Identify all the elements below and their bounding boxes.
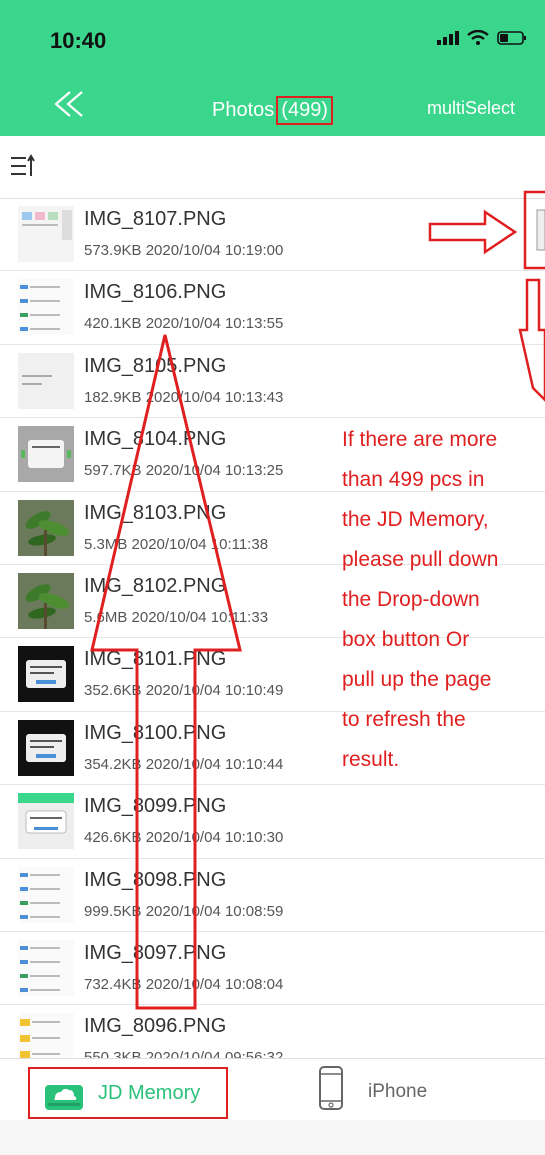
file-name: IMG_8096.PNG (84, 1015, 227, 1038)
file-thumbnail (18, 719, 74, 776)
annotation-line: please pull down (342, 548, 499, 571)
file-meta: 352.6KB 2020/10/04 10:10:49 (84, 682, 284, 700)
signal-icon (437, 31, 459, 45)
annotation-line: to refresh the (342, 708, 466, 731)
annotation-line: the JD Memory, (342, 508, 489, 531)
file-row[interactable]: IMG_8099.PNG 426.6KB 2020/10/04 10:10:30 (0, 785, 545, 859)
file-thumbnail (18, 793, 74, 850)
annotation-line: pull up the page (342, 668, 492, 691)
status-bar: 10:40 (0, 0, 545, 90)
file-meta: 420.1KB 2020/10/04 10:13:55 (84, 315, 284, 333)
toolbar (0, 136, 545, 199)
tab-iphone-label: iPhone (368, 1081, 428, 1102)
file-thumbnail (18, 499, 74, 556)
file-row[interactable]: IMG_8107.PNG 573.9KB 2020/10/04 10:19:00 (0, 198, 545, 272)
file-name: IMG_8100.PNG (84, 721, 227, 744)
file-name: IMG_8104.PNG (84, 428, 227, 451)
tab-jd-memory-label: JD Memory (98, 1082, 201, 1104)
system-icons (437, 30, 527, 46)
home-indicator-area (0, 1120, 545, 1155)
file-thumbnail (18, 279, 74, 336)
annotation-line: box button Or (342, 628, 470, 651)
annotation-line: than 499 pcs in (342, 468, 485, 491)
file-row[interactable]: IMG_8098.PNG 999.5KB 2020/10/04 10:08:59 (0, 859, 545, 932)
file-name: IMG_8103.PNG (84, 501, 227, 524)
file-meta: 597.7KB 2020/10/04 10:13:25 (84, 462, 284, 480)
file-row[interactable]: IMG_8106.PNG 420.1KB 2020/10/04 10:13:55 (0, 271, 545, 345)
tab-bar: JD Memory iPhone (0, 1058, 545, 1121)
file-thumbnail (18, 206, 74, 262)
annotation-line: result. (342, 748, 400, 771)
file-meta: 354.2KB 2020/10/04 10:10:44 (84, 755, 284, 773)
file-meta: 5.3MB 2020/10/04 10:11:38 (84, 535, 269, 553)
file-name: IMG_8106.PNG (84, 281, 227, 304)
nav-bar: Photos (499) multiSelect (0, 90, 545, 136)
file-thumbnail (18, 426, 74, 483)
photo-count: (499) (276, 96, 333, 125)
multiselect-button[interactable]: multiSelect (427, 98, 515, 119)
file-meta: 732.4KB 2020/10/04 10:08:04 (84, 975, 284, 993)
file-thumbnail (18, 572, 74, 629)
file-name: IMG_8097.PNG (84, 941, 227, 964)
battery-icon (497, 31, 526, 45)
file-thumbnail (18, 352, 74, 409)
file-meta: 999.5KB 2020/10/04 10:08:59 (84, 902, 284, 920)
file-name: IMG_8107.PNG (84, 208, 227, 230)
file-name: IMG_8102.PNG (84, 574, 227, 597)
cloud-storage-icon (45, 1085, 83, 1110)
file-meta: 573.9KB 2020/10/04 10:19:00 (84, 242, 284, 259)
file-thumbnail (18, 866, 74, 923)
file-thumbnail (18, 939, 74, 996)
phone-icon (319, 1066, 343, 1110)
annotation-line: the Drop-down (342, 588, 480, 611)
annotation-line: If there are more (342, 428, 498, 451)
file-row[interactable]: IMG_8105.PNG 182.9KB 2020/10/04 10:13:43 (0, 345, 545, 419)
sort-icon[interactable] (10, 154, 36, 180)
annotation-text: If there are more than 499 pcs in the JD… (342, 420, 545, 780)
tab-jd-memory[interactable]: JD Memory (28, 1067, 228, 1119)
file-meta: 182.9KB 2020/10/04 10:13:43 (84, 388, 284, 406)
page-title-text: Photos (212, 99, 275, 121)
wifi-icon (467, 30, 489, 45)
file-name: IMG_8099.PNG (84, 795, 227, 818)
file-name: IMG_8105.PNG (84, 354, 227, 377)
file-name: IMG_8101.PNG (84, 648, 227, 671)
status-time: 10:40 (50, 28, 107, 53)
file-meta: 5.6MB 2020/10/04 10:11:33 (84, 608, 269, 626)
file-row[interactable]: IMG_8097.PNG 732.4KB 2020/10/04 10:08:04 (0, 932, 545, 1006)
file-meta: 426.6KB 2020/10/04 10:10:30 (84, 829, 284, 847)
file-name: IMG_8098.PNG (84, 868, 227, 891)
file-thumbnail (18, 646, 74, 703)
